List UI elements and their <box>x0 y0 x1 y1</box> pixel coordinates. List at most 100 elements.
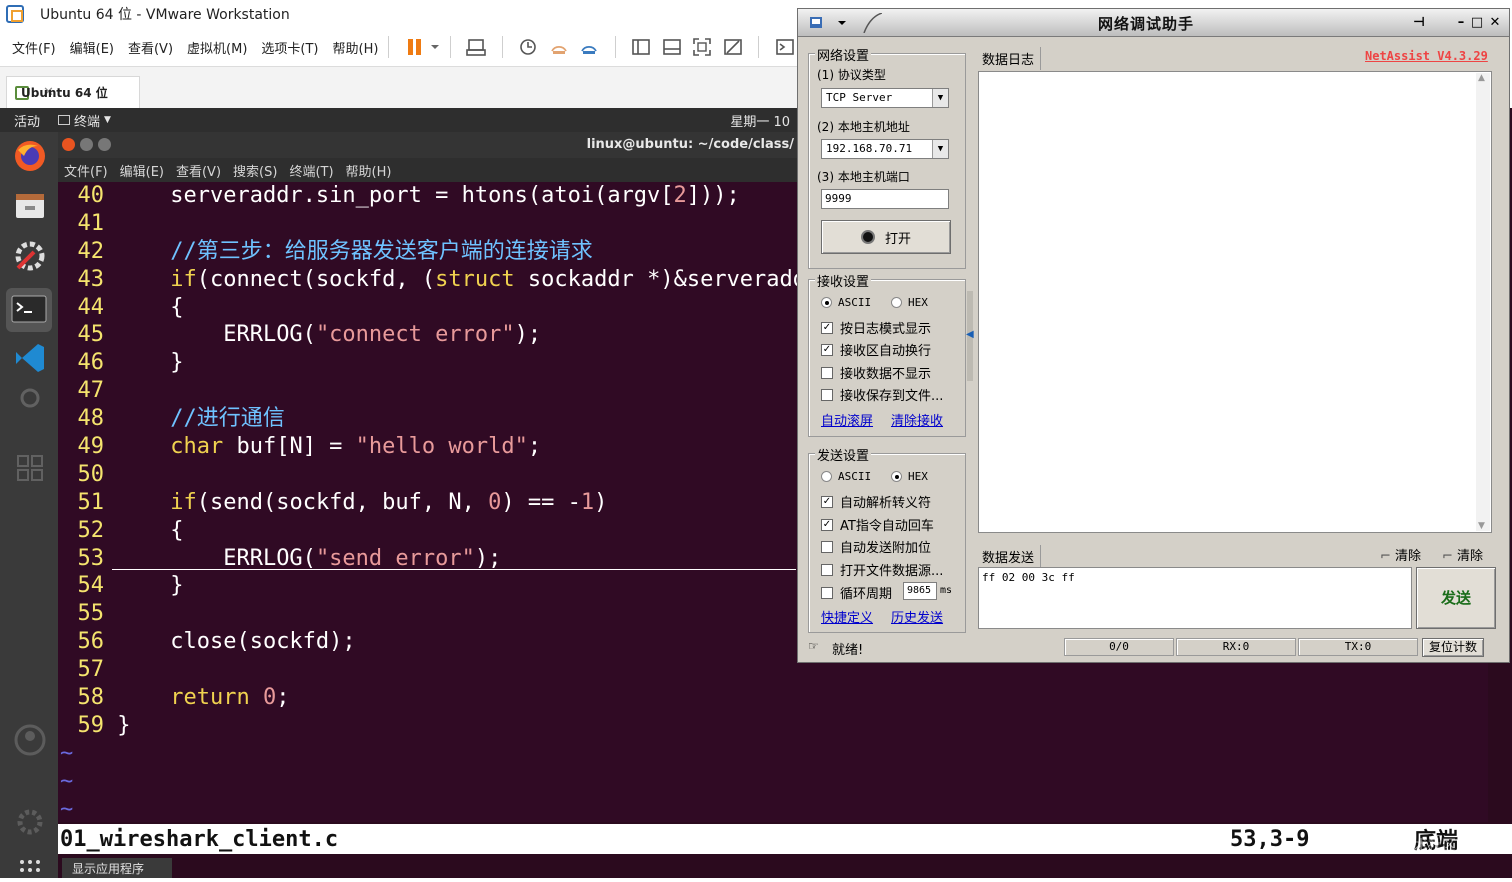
snapshot-manager-icon[interactable] <box>579 36 600 58</box>
cycle-input[interactable]: 9865 <box>903 582 937 600</box>
code-token: ])); <box>686 183 740 208</box>
console-icon[interactable] <box>774 36 795 58</box>
code-line[interactable]: 58 return 0; <box>58 684 1488 712</box>
protocol-select[interactable]: TCP Server ▼ <box>821 88 949 108</box>
code-token: //第三步：给服务器发送客户端的连接请求 <box>117 238 593 264</box>
data-log-tab[interactable]: 数据日志 <box>976 47 1042 70</box>
activities-button[interactable]: 活动 <box>14 111 40 130</box>
settings-icon[interactable] <box>12 804 48 840</box>
menu-help[interactable]: 帮助(H) <box>346 161 392 180</box>
terminal-dock-icon[interactable] <box>6 288 52 332</box>
divider <box>758 36 760 58</box>
line-number: 48 <box>77 406 105 432</box>
open-button[interactable]: 打开 <box>821 220 951 254</box>
code-line[interactable]: 59 } <box>58 712 1488 740</box>
close-icon[interactable] <box>62 138 75 151</box>
recv-hex-radio[interactable]: HEX <box>891 296 928 309</box>
clear-history-button[interactable]: ⌐ 清除 <box>1442 545 1483 564</box>
menu-terminal[interactable]: 终端(T) <box>289 161 333 180</box>
menu-tabs[interactable]: 选项卡(T) <box>261 38 318 57</box>
history-link[interactable]: 历史发送 <box>891 607 943 626</box>
host-select[interactable]: 192.168.70.71 ▼ <box>821 139 949 159</box>
fullscreen-icon[interactable] <box>692 36 713 58</box>
collapse-handle[interactable]: ◀ <box>966 291 974 381</box>
vmware-logo-icon <box>6 5 24 23</box>
code-token: ) <box>594 489 608 515</box>
software-updater-icon[interactable] <box>12 238 48 274</box>
send-ascii-radio[interactable]: ASCII <box>821 470 871 483</box>
maximize-icon[interactable]: □ <box>1468 14 1486 32</box>
apps-grid-icon[interactable] <box>12 450 48 486</box>
system-menu-icon[interactable] <box>802 12 883 34</box>
send-keys-icon[interactable] <box>466 36 487 58</box>
files-icon[interactable] <box>12 188 48 224</box>
chevron-down-icon[interactable]: ▼ <box>1478 521 1485 531</box>
trash-icon[interactable] <box>12 380 48 416</box>
send-hex-radio[interactable]: HEX <box>891 470 928 483</box>
send-button[interactable]: 发送 <box>1416 567 1496 629</box>
at-cr-checkbox[interactable]: ✓ AT指令自动回车 <box>821 515 934 534</box>
menu-edit[interactable]: 编辑(E) <box>120 161 164 180</box>
recv-hex-label: HEX <box>908 296 928 309</box>
auto-scroll-link[interactable]: 自动滚屏 <box>821 410 873 429</box>
clock[interactable]: 星期一 10 <box>730 111 790 130</box>
receive-log-area[interactable]: ▲ ▼ <box>978 71 1492 533</box>
version-link[interactable]: NetAssist V4.3.29 <box>1365 49 1488 63</box>
chevron-down-icon[interactable] <box>430 36 440 58</box>
line-number: 41 <box>77 210 105 236</box>
data-send-tab[interactable]: 数据发送 <box>976 545 1042 568</box>
radio-dot <box>821 471 832 482</box>
divider <box>614 36 616 58</box>
log-mode-checkbox[interactable]: ✓ 按日志模式显示 <box>821 318 931 337</box>
file-source-checkbox[interactable]: 打开文件数据源... <box>821 560 943 579</box>
recv-ascii-radio[interactable]: ASCII <box>821 296 871 309</box>
close-icon[interactable]: ✕ <box>1486 14 1504 32</box>
menu-view[interactable]: 查看(V) <box>176 161 221 180</box>
auto-wrap-checkbox[interactable]: ✓ 接收区自动换行 <box>821 340 931 359</box>
shortcut-link[interactable]: 快捷定义 <box>821 607 873 626</box>
port-input[interactable]: 9999 <box>821 189 949 209</box>
line-number: 42 <box>77 238 105 264</box>
send-input[interactable]: ff 02 00 3c ff <box>978 567 1412 629</box>
firefox-icon[interactable] <box>12 138 48 174</box>
cycle-checkbox[interactable]: 循环周期 <box>821 583 892 602</box>
chevron-up-icon[interactable]: ▲ <box>1478 73 1485 83</box>
unity-mode-icon[interactable] <box>723 36 744 58</box>
show-apps-icon[interactable] <box>12 854 48 878</box>
send-hex-label: HEX <box>908 470 928 483</box>
tab-ubuntu[interactable]: Ubuntu 64 位 ✕ <box>6 76 140 108</box>
user-icon[interactable] <box>12 722 48 758</box>
sidebar-toggle-icon[interactable] <box>631 36 652 58</box>
revert-snapshot-icon[interactable] <box>548 36 569 58</box>
chevron-down-icon[interactable]: ▼ <box>932 140 948 158</box>
menu-file[interactable]: 文件(F) <box>64 161 108 180</box>
minimize-icon[interactable] <box>80 138 93 151</box>
maximize-icon[interactable] <box>98 138 111 151</box>
save-file-checkbox[interactable]: 接收保存到文件... <box>821 385 943 404</box>
vscode-icon[interactable] <box>12 340 48 376</box>
app-menu[interactable]: 终端 ▼ <box>58 111 111 130</box>
thumbnail-bar-icon[interactable] <box>661 36 682 58</box>
code-token: (connect(sockfd, ( <box>196 266 436 292</box>
reset-count-button[interactable]: 复位计数 <box>1422 638 1484 657</box>
line-number: 45 <box>77 322 105 348</box>
pause-icon[interactable] <box>404 36 425 58</box>
menu-vm[interactable]: 虚拟机(M) <box>187 38 247 57</box>
menu-search[interactable]: 搜索(S) <box>233 161 277 180</box>
snapshot-icon[interactable] <box>518 36 539 58</box>
terminal-app-icon <box>58 115 71 125</box>
menu-view[interactable]: 查看(V) <box>128 38 173 57</box>
append-check-checkbox[interactable]: 自动发送附加位 <box>821 537 931 556</box>
chevron-down-icon[interactable]: ▼ <box>932 89 948 107</box>
empty-buffer-line: ~ <box>60 796 74 822</box>
menu-file[interactable]: 文件(F) <box>12 38 56 57</box>
menu-help[interactable]: 帮助(H) <box>333 38 379 57</box>
clear-recv-link[interactable]: 清除接收 <box>891 410 943 429</box>
hide-data-checkbox[interactable]: 接收数据不显示 <box>821 363 931 382</box>
clear-send-button[interactable]: ⌐ 清除 <box>1380 545 1421 564</box>
scrollbar[interactable]: ▲ ▼ <box>1476 73 1490 531</box>
menu-edit[interactable]: 编辑(E) <box>70 38 114 57</box>
pin-icon[interactable]: ⊣ <box>1410 14 1428 32</box>
auto-escape-checkbox[interactable]: ✓ 自动解析转义符 <box>821 492 931 511</box>
